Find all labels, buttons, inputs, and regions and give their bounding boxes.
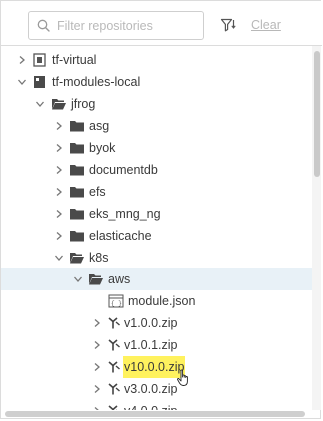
folder-open-icon (70, 253, 84, 264)
tree-item-efs[interactable]: efs (1, 181, 313, 203)
search-field[interactable] (28, 11, 204, 40)
filter-header: Clear (1, 1, 322, 46)
virtual-repo-icon (33, 53, 46, 67)
json-file-icon: { } (108, 294, 124, 308)
tree-item-label: v3.0.0.zip (124, 382, 178, 396)
tree-item-elasticache[interactable]: elasticache (1, 225, 313, 247)
tree-item-label: v1.0.1.zip (124, 338, 178, 352)
tree-item-label: efs (89, 185, 106, 199)
chevron-down-icon[interactable] (35, 99, 45, 109)
chevron-right-icon[interactable] (54, 143, 64, 153)
tree-item-aws[interactable]: aws (1, 268, 313, 290)
chevron-right-icon[interactable] (92, 318, 102, 328)
tree-item-module-json[interactable]: { } module.json (1, 290, 313, 312)
tree-item-jfrog[interactable]: jfrog (1, 93, 313, 115)
search-input[interactable] (57, 16, 199, 36)
svg-text:{ }: { } (111, 300, 122, 307)
tree-item-asg[interactable]: asg (1, 115, 313, 137)
chevron-right-icon[interactable] (54, 209, 64, 219)
tree-item-tf-virtual[interactable]: tf-virtual (1, 49, 313, 71)
terraform-module-icon (108, 383, 120, 395)
tree-item-v1-0-0-zip[interactable]: v1.0.0.zip (1, 312, 313, 334)
local-repo-icon (34, 76, 45, 88)
tree-item-tf-modules-local[interactable]: tf-modules-local (1, 71, 313, 93)
tree-item-k8s[interactable]: k8s (1, 247, 313, 269)
folder-icon (70, 121, 84, 132)
horizontal-scrollbar[interactable] (5, 411, 305, 417)
terraform-module-icon (108, 339, 120, 351)
tree-item-v3-0-0-zip[interactable]: v3.0.0.zip (1, 378, 313, 400)
tree-item-v1-0-1-zip[interactable]: v1.0.1.zip (1, 334, 313, 356)
tree-item-byok[interactable]: byok (1, 137, 313, 159)
chevron-right-icon[interactable] (54, 187, 64, 197)
chevron-right-icon[interactable] (92, 406, 102, 410)
chevron-down-icon[interactable] (17, 77, 27, 87)
chevron-right-icon[interactable] (92, 340, 102, 350)
folder-open-icon (89, 274, 103, 285)
tree-item-label: v4.0.0.zip (124, 400, 178, 410)
folder-icon (70, 231, 84, 242)
chevron-right-icon[interactable] (92, 384, 102, 394)
chevron-right-icon[interactable] (54, 121, 64, 131)
tree-item-v4-0-0-zip[interactable]: v4.0.0.zip (1, 400, 313, 410)
tree-item-label: module.json (128, 294, 196, 308)
tree-item-label: v1.0.0.zip (124, 316, 178, 330)
tree-item-label: byok (89, 141, 116, 155)
chevron-down-icon[interactable] (73, 274, 83, 284)
vertical-scrollbar-thumb[interactable] (314, 51, 320, 177)
chevron-right-icon[interactable] (92, 362, 102, 372)
tree-item-label: asg (89, 119, 110, 133)
filter-icon[interactable] (220, 17, 236, 33)
folder-icon (70, 209, 84, 220)
terraform-module-icon (108, 361, 120, 373)
tree-item-label: eks_mng_ng (89, 207, 161, 221)
search-icon (37, 19, 50, 32)
terraform-module-icon (108, 317, 120, 329)
tree-item-documentdb[interactable]: documentdb (1, 159, 313, 181)
tree-item-label: documentdb (89, 163, 158, 177)
folder-icon (70, 165, 84, 176)
tree-item-eks-mng-ng[interactable]: eks_mng_ng (1, 203, 313, 225)
tree-item-label: k8s (89, 251, 109, 265)
folder-icon (70, 143, 84, 154)
hand-cursor-icon (177, 369, 188, 386)
tree-item-label: aws (108, 272, 131, 286)
chevron-down-icon[interactable] (54, 253, 64, 263)
tree-item-label: jfrog (71, 97, 96, 111)
folder-icon (70, 187, 84, 198)
chevron-right-icon[interactable] (54, 165, 64, 175)
tree-item-label: elasticache (89, 229, 152, 243)
tree-item-label: tf-virtual (52, 53, 97, 67)
repository-tree-panel: Clear tf-virtual tf-modules-local (0, 0, 322, 419)
repository-tree: tf-virtual tf-modules-local jfrog asg by… (1, 46, 322, 410)
clear-link[interactable]: Clear (251, 18, 281, 32)
tree-item-v10-0-0-zip[interactable]: v10.0.0.zip (1, 356, 313, 378)
terraform-module-icon (108, 405, 118, 410)
chevron-right-icon[interactable] (17, 55, 27, 65)
tree-item-label: tf-modules-local (52, 75, 141, 89)
chevron-right-icon[interactable] (54, 231, 64, 241)
folder-open-icon (52, 99, 66, 110)
